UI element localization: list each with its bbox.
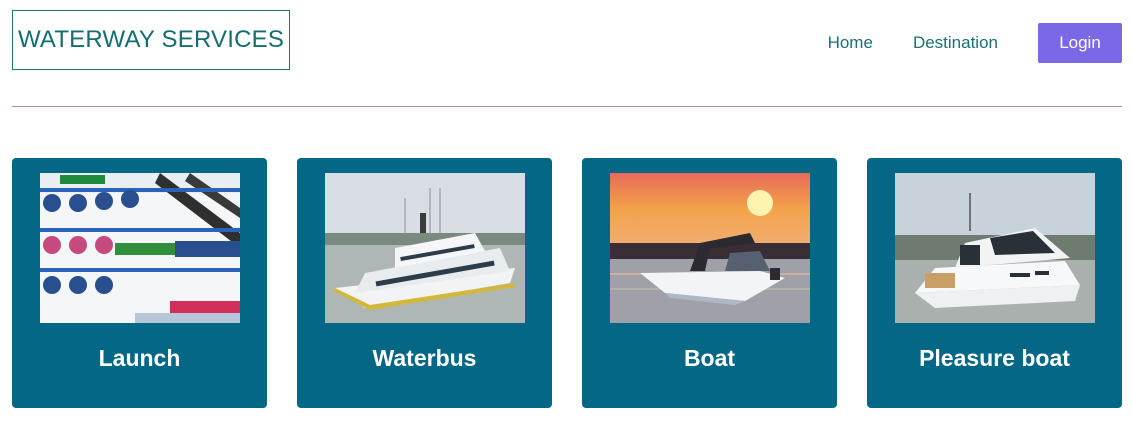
nav-destination-link[interactable]: Destination: [913, 33, 998, 53]
card-launch[interactable]: Launch: [12, 158, 267, 408]
brand-logo[interactable]: WATERWAY SERVICES: [12, 10, 290, 70]
card-boat[interactable]: Boat: [582, 158, 837, 408]
top-nav: Home Destination Login: [828, 23, 1122, 63]
boat-photo: [609, 173, 810, 323]
card-waterbus[interactable]: Waterbus: [297, 158, 552, 408]
login-button[interactable]: Login: [1038, 23, 1122, 63]
launch-photo: [39, 173, 240, 323]
card-title: Launch: [98, 345, 181, 371]
brand-title: WATERWAY SERVICES: [17, 26, 285, 53]
service-cards: Launch Waterbus Boat Pleasure boat: [12, 158, 1122, 408]
header-divider: [12, 106, 1122, 107]
header: WATERWAY SERVICES Home Destination Login: [0, 0, 1132, 107]
nav-home-link[interactable]: Home: [828, 33, 873, 53]
waterbus-photo: [324, 173, 525, 323]
card-title: Waterbus: [372, 345, 477, 371]
pleasure-boat-photo: [894, 173, 1095, 323]
card-title: Pleasure boat: [919, 345, 1070, 371]
card-pleasure-boat[interactable]: Pleasure boat: [867, 158, 1122, 408]
card-title: Boat: [683, 345, 736, 371]
